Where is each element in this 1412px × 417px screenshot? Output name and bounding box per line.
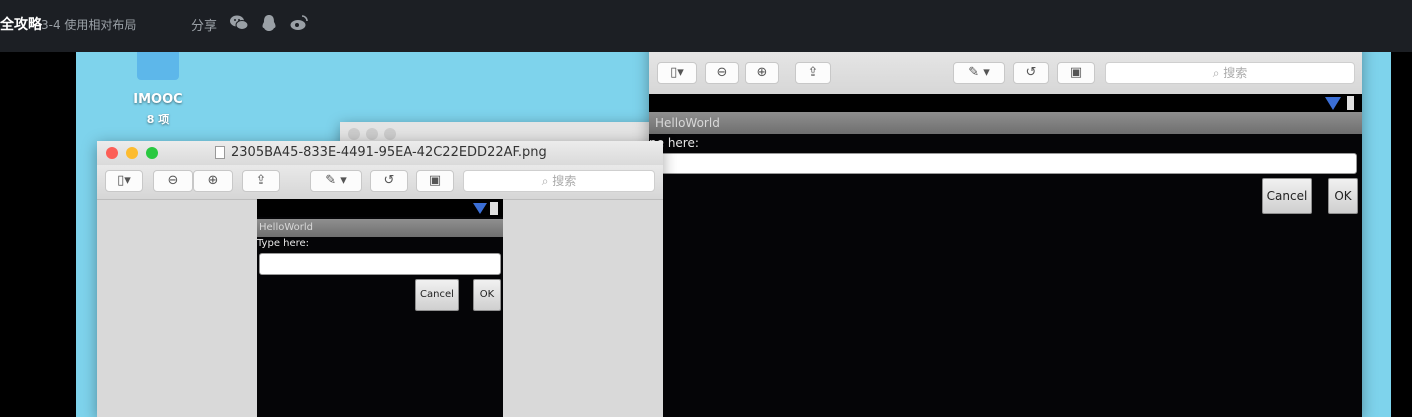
close-icon[interactable] [106, 147, 118, 159]
search-input[interactable]: ⌕ 搜索 [1105, 62, 1355, 84]
cancel-button[interactable]: Cancel [1262, 178, 1312, 214]
signal-icon [473, 203, 487, 214]
zoom-icon[interactable] [384, 128, 396, 140]
sidebar-toggle-button[interactable]: ▯▾ [105, 170, 143, 192]
zoom-out-button[interactable]: ⊖ [153, 170, 193, 192]
title-bar: 2305BA45-833E-4491-95EA-42C22EDD22AF.png [97, 141, 663, 165]
course-title: 全攻略 [0, 17, 42, 33]
battery-icon [490, 202, 498, 215]
folder-item-count: 8 项 [146, 113, 170, 126]
sidebar-toggle-button[interactable]: ▯▾ [657, 62, 697, 84]
toolbar: ▯▾ ⊖ ⊕ ⇪ ✎ ▾ ↺ ▣ ⌕ 搜索 [97, 165, 663, 200]
folder-icon[interactable] [137, 52, 179, 80]
signal-icon [1325, 97, 1341, 110]
lesson-title: 3-4 使用相对布局 [41, 18, 137, 32]
search-input[interactable]: ⌕ 搜索 [463, 170, 655, 192]
app-title-bar: HelloWorld [649, 112, 1362, 134]
cancel-button[interactable]: Cancel [415, 279, 459, 311]
window-title: 2305BA45-833E-4491-95EA-42C22EDD22AF.png [231, 145, 547, 160]
search-icon: ⌕ [541, 174, 553, 188]
prompt-label: Type here: [257, 238, 310, 249]
zoom-in-button[interactable]: ⊕ [193, 170, 233, 192]
weibo-icon[interactable] [288, 12, 310, 34]
battery-icon [1347, 96, 1354, 110]
folder-label: IMOOC [133, 92, 183, 107]
minimize-icon[interactable] [126, 147, 138, 159]
preview-window: 2305BA45-833E-4491-95EA-42C22EDD22AF.png… [97, 141, 663, 417]
ok-button[interactable]: OK [473, 279, 501, 311]
status-bar [649, 94, 1362, 112]
zoom-in-button[interactable]: ⊕ [745, 62, 779, 84]
markup-button[interactable]: ✎ ▾ [310, 170, 362, 192]
share-label: 分享 [191, 19, 218, 34]
preview-window-large: ▯▾ ⊖ ⊕ ⇪ ✎ ▾ ↺ ▣ ⌕ 搜索 HelloWorld pe here… [649, 52, 1362, 417]
png-file-icon [215, 146, 225, 159]
search-icon: ⌕ [1212, 66, 1224, 80]
share-button[interactable]: ⇪ [795, 62, 831, 84]
minimize-icon[interactable] [366, 128, 378, 140]
rotate-button[interactable]: ↺ [1013, 62, 1049, 84]
status-bar [257, 199, 503, 217]
app-title-bar: HelloWorld [257, 219, 503, 237]
toolbox-button[interactable]: ▣ [1057, 62, 1095, 84]
emulator-screen: HelloWorld pe here: Cancel OK [649, 94, 1362, 417]
share-button[interactable]: ⇪ [242, 170, 280, 192]
toolbox-button[interactable]: ▣ [416, 170, 454, 192]
close-icon[interactable] [348, 128, 360, 140]
qq-icon[interactable] [258, 12, 280, 34]
toolbar: ▯▾ ⊖ ⊕ ⇪ ✎ ▾ ↺ ▣ ⌕ 搜索 [649, 52, 1362, 97]
desktop: IMOOC 8 项 ▯▾ ⊖ ⊕ ⇪ ✎ ▾ ↺ ▣ ⌕ 搜索 HelloWor… [76, 52, 1391, 417]
wechat-icon[interactable] [228, 12, 250, 34]
emulator-screen: HelloWorld Type here: Cancel OK [257, 199, 503, 417]
rotate-button[interactable]: ↺ [370, 170, 408, 192]
video-header-bar: 全攻略 3-4 使用相对布局 分享 [0, 0, 1412, 52]
ok-button[interactable]: OK [1328, 178, 1358, 214]
zoom-icon[interactable] [146, 147, 158, 159]
text-input[interactable] [259, 253, 501, 275]
text-input[interactable] [657, 153, 1357, 174]
zoom-out-button[interactable]: ⊖ [705, 62, 739, 84]
markup-button[interactable]: ✎ ▾ [953, 62, 1005, 84]
